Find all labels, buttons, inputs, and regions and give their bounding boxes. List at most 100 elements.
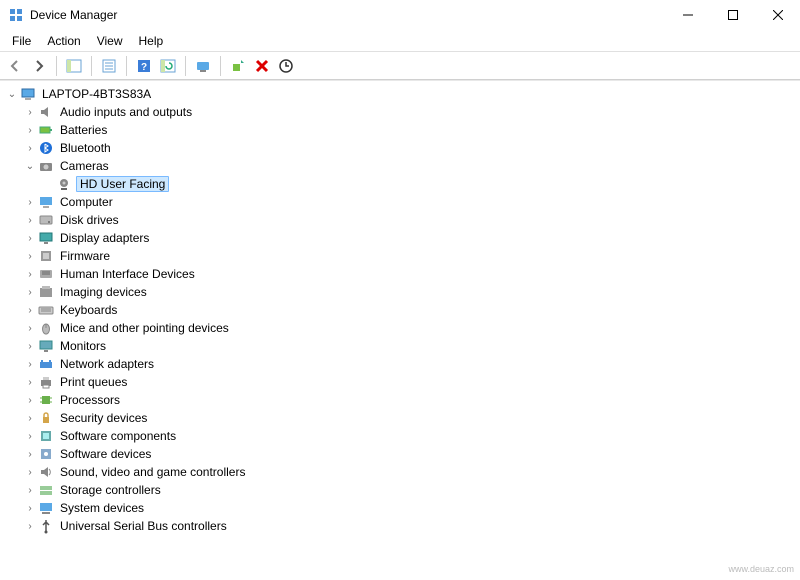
tree-category[interactable]: › Bluetooth [0, 139, 800, 157]
expander-icon[interactable]: › [22, 464, 38, 480]
close-button[interactable] [755, 0, 800, 30]
tree-category[interactable]: › Universal Serial Bus controllers [0, 517, 800, 535]
expander-icon[interactable]: › [22, 392, 38, 408]
help-button[interactable]: ? [133, 55, 155, 77]
menu-action[interactable]: Action [39, 32, 88, 50]
menu-help[interactable]: Help [131, 32, 172, 50]
app-icon [8, 7, 24, 23]
tree-category-label: Storage controllers [58, 483, 163, 497]
back-button[interactable] [4, 55, 26, 77]
view-devices-button[interactable] [192, 55, 214, 77]
expander-icon[interactable]: › [22, 446, 38, 462]
tree-category[interactable]: ›Software components [0, 427, 800, 445]
expander-icon[interactable]: › [22, 518, 38, 534]
tree-category-label: Bluetooth [58, 141, 113, 155]
expander-icon[interactable]: › [22, 230, 38, 246]
tree-category[interactable]: ⌄Cameras [0, 157, 800, 175]
expander-icon[interactable]: › [22, 194, 38, 210]
storage-icon [38, 482, 54, 498]
tree-category[interactable]: › Security devices [0, 409, 800, 427]
expander-icon[interactable]: › [22, 320, 38, 336]
menu-file[interactable]: File [4, 32, 39, 50]
tree-category[interactable]: ›Imaging devices [0, 283, 800, 301]
tree-category-label: Human Interface Devices [58, 267, 197, 281]
expander-icon[interactable]: › [22, 122, 38, 138]
expander-icon[interactable]: › [22, 212, 38, 228]
tree-category-label: Security devices [58, 411, 149, 425]
toolbar-separator [56, 56, 57, 76]
expander-icon[interactable]: › [22, 482, 38, 498]
device-tree[interactable]: ⌄ LAPTOP-4BT3S83A ›Audio inputs and outp… [0, 80, 800, 580]
expander-spacer [40, 176, 56, 192]
refresh-button[interactable] [157, 55, 179, 77]
expander-icon[interactable]: ⌄ [22, 158, 38, 174]
tree-category[interactable]: ›Software devices [0, 445, 800, 463]
cpu-icon [38, 392, 54, 408]
maximize-button[interactable] [710, 0, 755, 30]
tree-category[interactable]: › Batteries [0, 121, 800, 139]
expander-icon[interactable]: › [22, 284, 38, 300]
tree-category-label: Firmware [58, 249, 112, 263]
tree-category-label: Display adapters [58, 231, 151, 245]
tree-category-label: Processors [58, 393, 122, 407]
expander-icon[interactable]: › [22, 410, 38, 426]
uninstall-button[interactable] [251, 55, 273, 77]
tree-device[interactable]: HD User Facing [0, 175, 800, 193]
minimize-button[interactable] [665, 0, 710, 30]
expander-icon[interactable]: › [22, 374, 38, 390]
tree-category[interactable]: ›Monitors [0, 337, 800, 355]
expander-icon[interactable]: › [22, 356, 38, 372]
expander-icon[interactable]: › [22, 104, 38, 120]
tree-category[interactable]: › Display adapters [0, 229, 800, 247]
svg-text:?: ? [141, 62, 147, 73]
network-icon [38, 356, 54, 372]
toolbar-separator [220, 56, 221, 76]
tree-category[interactable]: › Human Interface Devices [0, 265, 800, 283]
tree-category[interactable]: ›Computer [0, 193, 800, 211]
tree-root[interactable]: ⌄ LAPTOP-4BT3S83A [0, 85, 800, 103]
tree-category-label: Universal Serial Bus controllers [58, 519, 229, 533]
tree-category-label: Sound, video and game controllers [58, 465, 247, 479]
tree-category[interactable]: ›Audio inputs and outputs [0, 103, 800, 121]
forward-button[interactable] [28, 55, 50, 77]
show-hide-tree-button[interactable] [63, 55, 85, 77]
tree-category[interactable]: ›Print queues [0, 373, 800, 391]
tree-category[interactable]: › Firmware [0, 247, 800, 265]
system-icon [38, 500, 54, 516]
camera-icon [38, 158, 54, 174]
firmware-icon [38, 248, 54, 264]
mouse-icon [38, 320, 54, 336]
hid-icon [38, 266, 54, 282]
toolbar-separator [126, 56, 127, 76]
expander-icon[interactable]: › [22, 428, 38, 444]
expander-icon[interactable]: › [22, 338, 38, 354]
tree-category[interactable]: ›System devices [0, 499, 800, 517]
tree-category[interactable]: › Mice and other pointing devices [0, 319, 800, 337]
menu-view[interactable]: View [89, 32, 131, 50]
expander-icon[interactable]: › [22, 140, 38, 156]
toolbar-separator [91, 56, 92, 76]
expander-icon[interactable]: › [22, 248, 38, 264]
properties-button[interactable] [98, 55, 120, 77]
softcomp-icon [38, 428, 54, 444]
expander-icon[interactable]: ⌄ [4, 86, 20, 102]
scan-hardware-button[interactable] [275, 55, 297, 77]
tree-category[interactable]: › Storage controllers [0, 481, 800, 499]
expander-icon[interactable]: › [22, 302, 38, 318]
tree-category-label: Mice and other pointing devices [58, 321, 231, 335]
tree-category[interactable]: › Sound, video and game controllers [0, 463, 800, 481]
tree-category[interactable]: › Processors [0, 391, 800, 409]
titlebar: Device Manager [0, 0, 800, 30]
expander-icon[interactable]: › [22, 500, 38, 516]
security-icon [38, 410, 54, 426]
tree-category-label: Batteries [58, 123, 109, 137]
imaging-icon [38, 284, 54, 300]
tree-category[interactable]: ›Disk drives [0, 211, 800, 229]
tree-category[interactable]: ›Keyboards [0, 301, 800, 319]
disk-icon [38, 212, 54, 228]
tree-category[interactable]: ›Network adapters [0, 355, 800, 373]
display-icon [38, 230, 54, 246]
softdev-icon [38, 446, 54, 462]
update-driver-button[interactable] [227, 55, 249, 77]
expander-icon[interactable]: › [22, 266, 38, 282]
